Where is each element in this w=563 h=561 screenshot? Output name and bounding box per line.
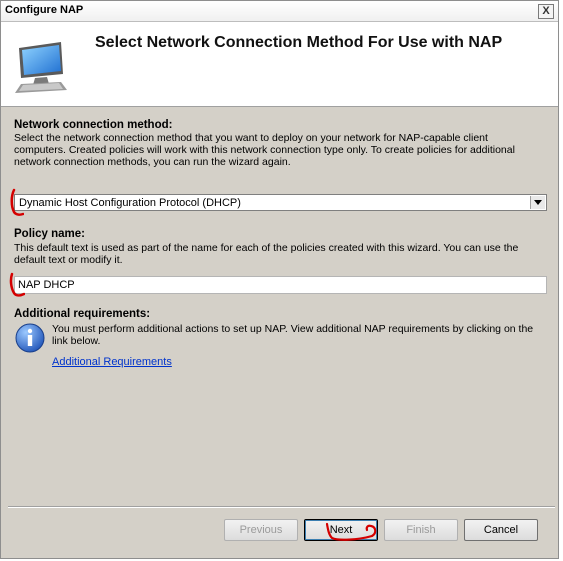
button-separator (8, 506, 555, 508)
monitor-icon (15, 42, 67, 93)
previous-button[interactable]: Previous (224, 519, 298, 541)
finish-button[interactable]: Finish (384, 519, 458, 541)
page-title: Select Network Connection Method For Use… (95, 34, 503, 51)
additional-requirements-link[interactable]: Additional Requirements (52, 356, 172, 368)
window-title: Configure NAP (5, 4, 84, 16)
additional-requirements-text: You must perform additional actions to s… (52, 323, 534, 347)
info-icon (15, 323, 45, 353)
policy-name-description: This default text is used as part of the… (14, 242, 519, 266)
policy-name-field-box[interactable] (14, 276, 547, 294)
wizard-header: Select Network Connection Method For Use… (1, 22, 558, 107)
close-button[interactable]: X (538, 4, 554, 19)
policy-name-input[interactable] (18, 278, 538, 292)
next-button[interactable]: Next (304, 519, 378, 541)
additional-requirements-label: Additional requirements: (14, 308, 151, 320)
policy-name-label: Policy name: (14, 228, 85, 240)
connection-method-select[interactable]: Dynamic Host Configuration Protocol (DHC… (14, 194, 547, 211)
configure-nap-dialog: Configure NAP X Select Network Connectio… (0, 0, 559, 559)
connection-method-value: Dynamic Host Configuration Protocol (DHC… (19, 197, 241, 209)
connection-method-label: Network connection method: (14, 119, 173, 131)
cancel-button[interactable]: Cancel (464, 519, 538, 541)
title-bar[interactable]: Configure NAP X (1, 1, 558, 22)
connection-method-description: Select the network connection method tha… (14, 132, 515, 168)
chevron-down-icon[interactable] (530, 196, 545, 209)
